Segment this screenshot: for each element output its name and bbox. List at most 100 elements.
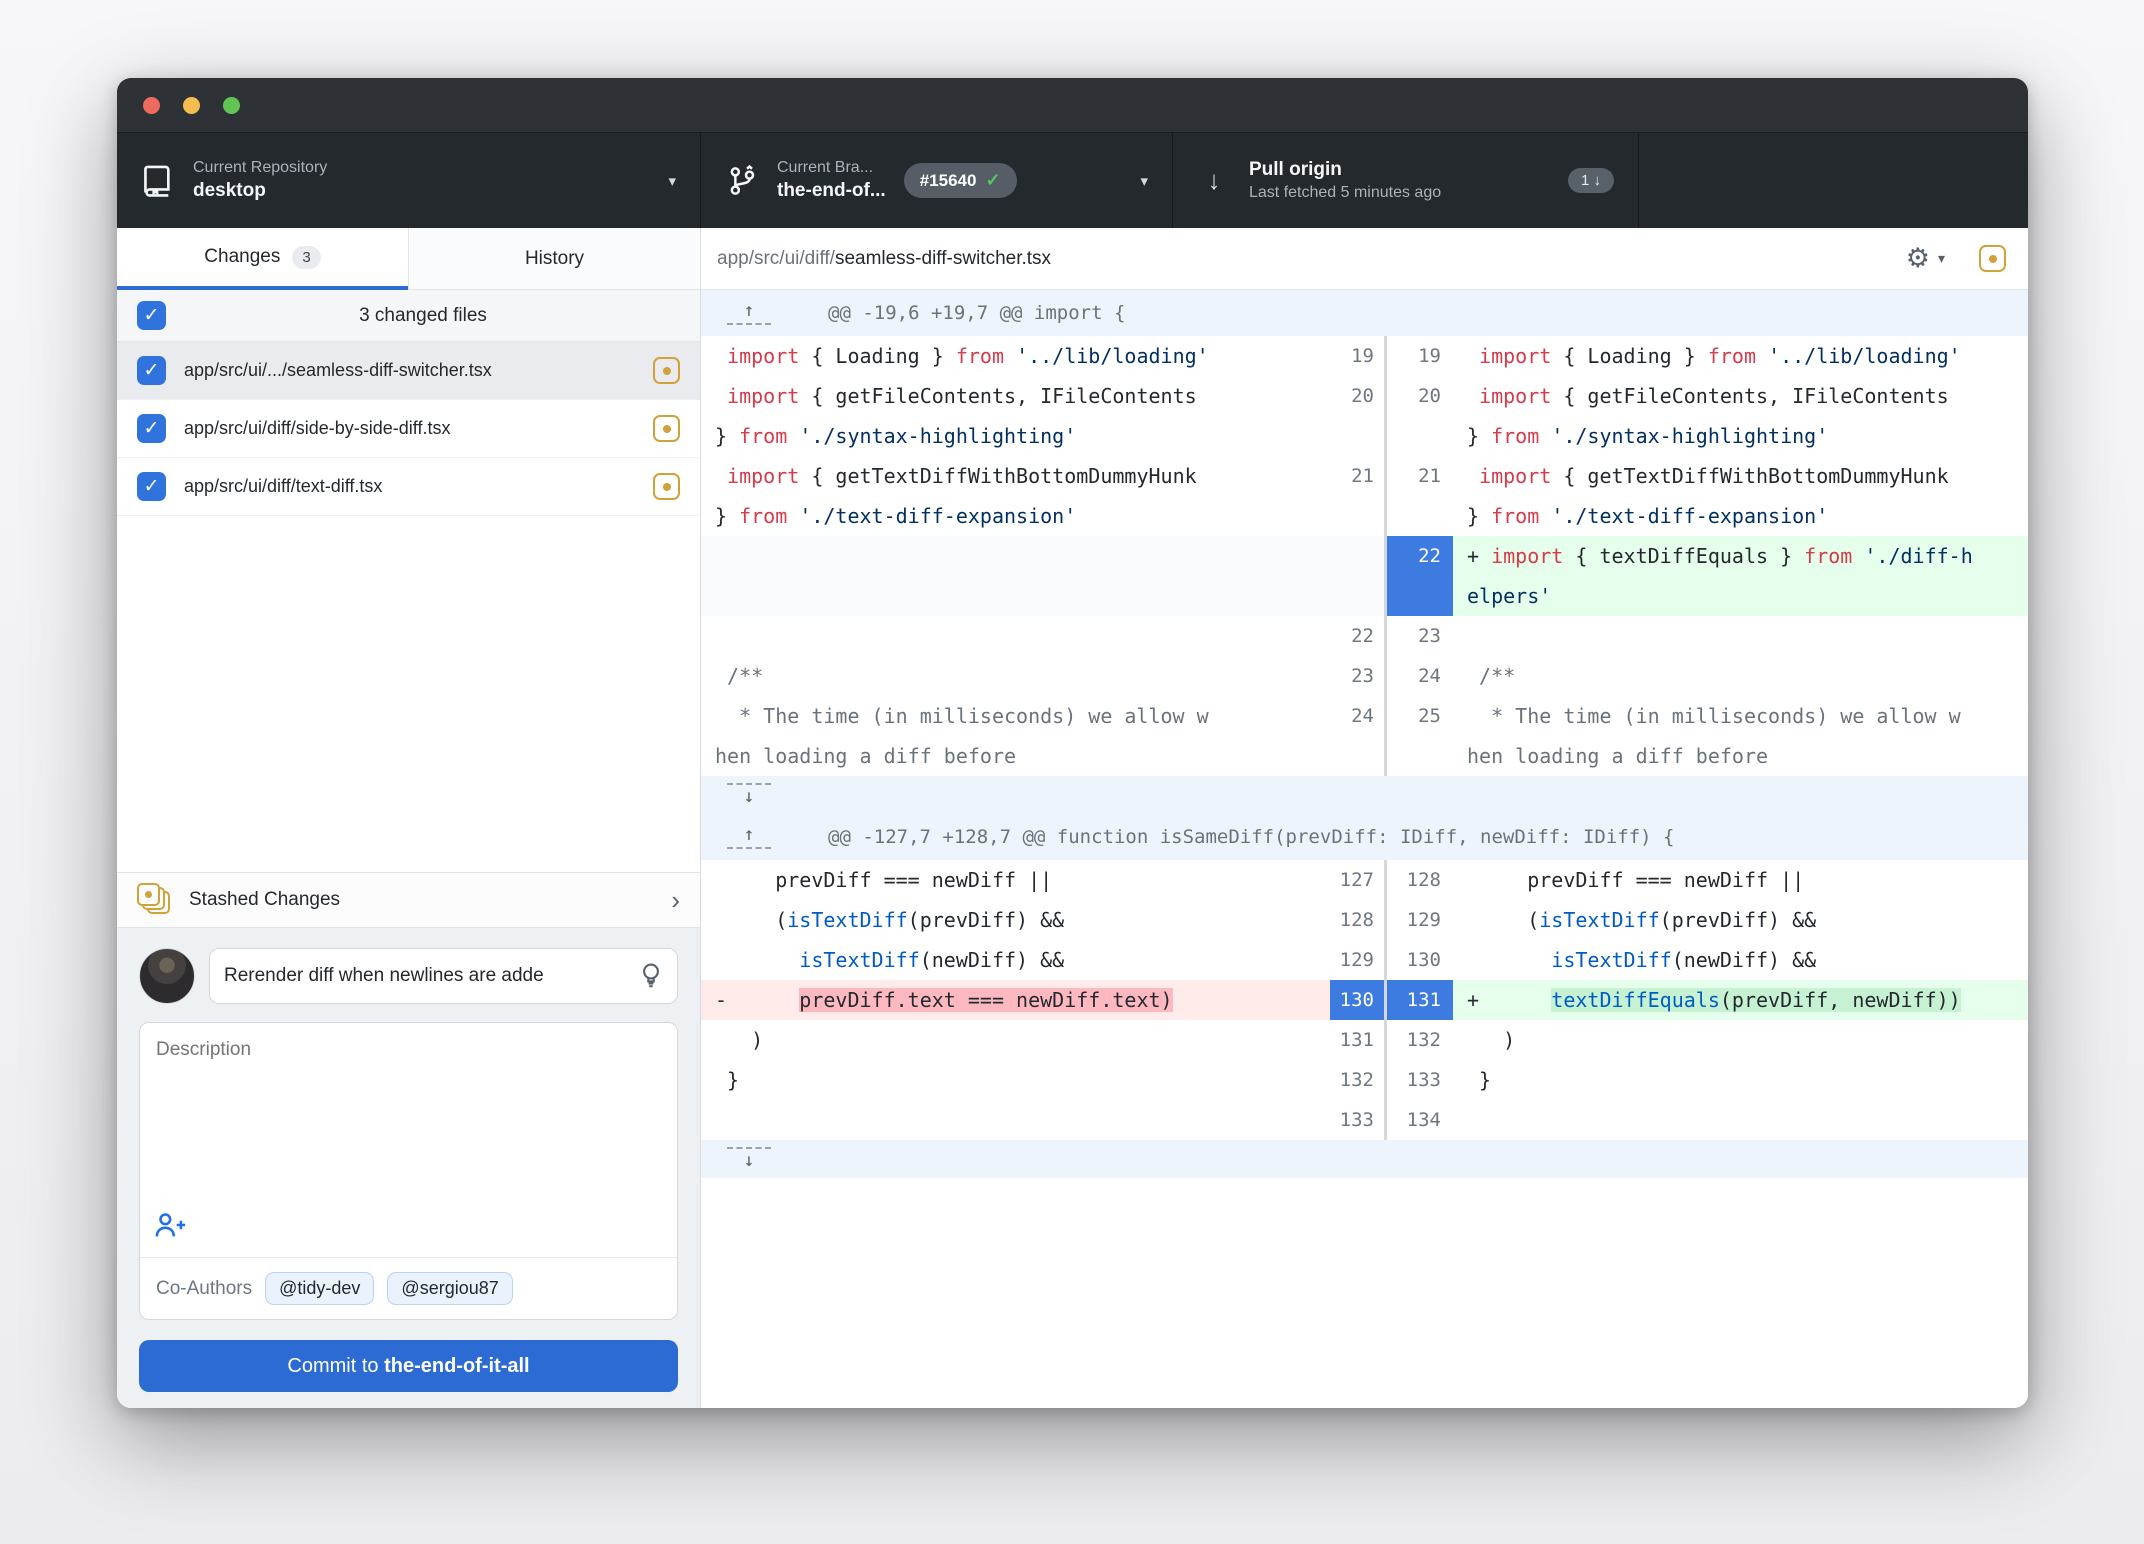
arrow-down-icon: ↓	[1197, 165, 1231, 196]
diff-line-row[interactable]: (isTextDiff(prevDiff) &&128129 (isTextDi…	[701, 900, 2028, 940]
last-fetched-text: Last fetched 5 minutes ago	[1249, 184, 1441, 202]
old-line-number[interactable]: 19	[1330, 336, 1384, 376]
tab-history[interactable]: History	[408, 228, 700, 290]
new-line-number[interactable]: 20	[1387, 376, 1453, 416]
old-line-number[interactable]: 131	[1330, 1020, 1384, 1060]
new-line-number[interactable]	[1387, 416, 1453, 456]
old-line-code: } from './text-diff-expansion'	[701, 496, 1330, 536]
diff-line-row[interactable]: import { Loading } from '../lib/loading'…	[701, 336, 2028, 376]
old-line-number[interactable]: 21	[1330, 456, 1384, 496]
diff-line-row[interactable]: 22+ import { textDiffEquals } from './di…	[701, 536, 2028, 576]
coauthor-pill[interactable]: @sergiou87	[387, 1272, 512, 1305]
diff-line-row[interactable]: import { getFileContents, IFileContents2…	[701, 376, 2028, 416]
new-line-number[interactable]: 132	[1387, 1020, 1453, 1060]
new-line-number[interactable]: 22	[1387, 536, 1453, 576]
file-row[interactable]: ✓app/src/ui/diff/side-by-side-diff.tsx	[117, 400, 700, 458]
file-checkbox[interactable]: ✓	[137, 356, 166, 385]
old-line-number[interactable]: 129	[1330, 940, 1384, 980]
old-line-number[interactable]: 132	[1330, 1060, 1384, 1100]
diff-line-row[interactable]: } from './syntax-highlighting'} from './…	[701, 416, 2028, 456]
old-line-number[interactable]: 128	[1330, 900, 1384, 940]
diff-line-row[interactable]: * The time (in milliseconds) we allow w2…	[701, 696, 2028, 736]
old-line-number[interactable]: 20	[1330, 376, 1384, 416]
branch-switcher-button[interactable]: Current Bra... the-end-of... #15640 ✓ ▾	[701, 133, 1173, 228]
old-line-number[interactable]	[1330, 536, 1384, 576]
old-line-number[interactable]	[1330, 416, 1384, 456]
changes-count-badge: 3	[292, 246, 320, 269]
coauthor-pill[interactable]: @tidy-dev	[265, 1272, 374, 1305]
new-line-code: isTextDiff(newDiff) &&	[1453, 940, 2028, 980]
expand-hunk-up-icon[interactable]: ↑	[727, 301, 771, 326]
new-line-number[interactable]: 23	[1387, 616, 1453, 656]
diff-line-row[interactable]: import { getTextDiffWithBottomDummyHunk2…	[701, 456, 2028, 496]
diff-line-row[interactable]: isTextDiff(newDiff) &&129130 isTextDiff(…	[701, 940, 2028, 980]
new-line-number[interactable]: 128	[1387, 860, 1453, 900]
old-line-number[interactable]	[1330, 736, 1384, 776]
file-modified-icon	[653, 357, 680, 384]
diff-line-row[interactable]: 133134	[701, 1100, 2028, 1140]
old-line-code	[701, 616, 1330, 656]
old-line-number[interactable]: 127	[1330, 860, 1384, 900]
file-row[interactable]: ✓app/src/ui/.../seamless-diff-switcher.t…	[117, 342, 700, 400]
new-line-number[interactable]: 131	[1387, 980, 1453, 1020]
commit-summary-input[interactable]	[224, 965, 639, 987]
old-line-number[interactable]: 24	[1330, 696, 1384, 736]
old-line-number[interactable]: 133	[1330, 1100, 1384, 1140]
diff-line-row[interactable]: 2223	[701, 616, 2028, 656]
old-line-number[interactable]: 23	[1330, 656, 1384, 696]
diff-line-row[interactable]: - prevDiff.text === newDiff.text)130131+…	[701, 980, 2028, 1020]
tab-changes[interactable]: Changes 3	[117, 228, 408, 290]
stashed-changes-row[interactable]: Stashed Changes ›	[117, 872, 700, 928]
new-line-number[interactable]: 130	[1387, 940, 1453, 980]
expand-hunk-down-icon[interactable]: ↓	[727, 1147, 771, 1172]
pr-status-badge[interactable]: #15640 ✓	[904, 163, 1017, 198]
new-line-number[interactable]: 133	[1387, 1060, 1453, 1100]
commit-button[interactable]: Commit to the-end-of-it-all	[139, 1340, 678, 1392]
old-line-number[interactable]: 22	[1330, 616, 1384, 656]
diff-line-row[interactable]: } from './text-diff-expansion'} from './…	[701, 496, 2028, 536]
diff-line-row[interactable]: elpers'	[701, 576, 2028, 616]
chevron-down-icon[interactable]: ▾	[1938, 250, 1945, 267]
new-line-number[interactable]: 19	[1387, 336, 1453, 376]
new-line-number[interactable]	[1387, 736, 1453, 776]
diff-line-row[interactable]: prevDiff === newDiff ||127128 prevDiff =…	[701, 860, 2028, 900]
new-line-number[interactable]: 134	[1387, 1100, 1453, 1140]
new-line-number[interactable]	[1387, 496, 1453, 536]
tab-history-label: History	[525, 248, 584, 270]
new-line-number[interactable]	[1387, 576, 1453, 616]
expand-hunk-up-icon[interactable]: ↑	[727, 825, 771, 850]
maximize-window-button[interactable]	[223, 97, 240, 114]
pull-origin-button[interactable]: ↓ Pull origin Last fetched 5 minutes ago…	[1173, 133, 1639, 228]
changes-sidebar: Changes 3 History ✓ 3 changed files ✓app…	[117, 228, 701, 1408]
close-window-button[interactable]	[143, 97, 160, 114]
new-line-number[interactable]: 21	[1387, 456, 1453, 496]
new-line-number[interactable]: 24	[1387, 656, 1453, 696]
hunk-header-text: @@ -127,7 +128,7 @@ function isSameDiff(…	[828, 826, 1674, 848]
commit-description-input[interactable]	[140, 1023, 677, 1211]
old-line-code: /**	[701, 656, 1330, 696]
diff-line-row[interactable]: }132133 }	[701, 1060, 2028, 1100]
old-line-number[interactable]: 130	[1330, 980, 1384, 1020]
changed-files-list: ✓app/src/ui/.../seamless-diff-switcher.t…	[117, 342, 700, 516]
old-line-number[interactable]	[1330, 576, 1384, 616]
expand-hunk-down-icon[interactable]: ↓	[727, 783, 771, 808]
old-line-code: hen loading a diff before	[701, 736, 1330, 776]
select-all-checkbox[interactable]: ✓	[137, 301, 166, 330]
add-coauthor-icon[interactable]	[154, 1211, 188, 1239]
repository-switcher-button[interactable]: Current Repository desktop ▾	[117, 133, 701, 228]
diff-options-gear-icon[interactable]: ⚙	[1906, 245, 1930, 272]
lightbulb-icon[interactable]	[639, 961, 663, 991]
file-checkbox[interactable]: ✓	[137, 472, 166, 501]
new-line-number[interactable]: 129	[1387, 900, 1453, 940]
old-line-number[interactable]	[1330, 496, 1384, 536]
diff-line-row[interactable]: hen loading a diff beforehen loading a d…	[701, 736, 2028, 776]
file-row[interactable]: ✓ app/src/ui/diff/text-diff.tsx	[117, 458, 700, 516]
expand-row: ↓	[701, 776, 2028, 814]
minimize-window-button[interactable]	[183, 97, 200, 114]
diff-line-row[interactable]: /**2324 /**	[701, 656, 2028, 696]
new-line-number[interactable]: 25	[1387, 696, 1453, 736]
diff-line-row[interactable]: )131132 )	[701, 1020, 2028, 1060]
changed-files-summary: 3 changed files	[166, 305, 680, 327]
file-checkbox[interactable]: ✓	[137, 414, 166, 443]
file-path: app/src/ui/diff/text-diff.tsx	[184, 476, 653, 497]
